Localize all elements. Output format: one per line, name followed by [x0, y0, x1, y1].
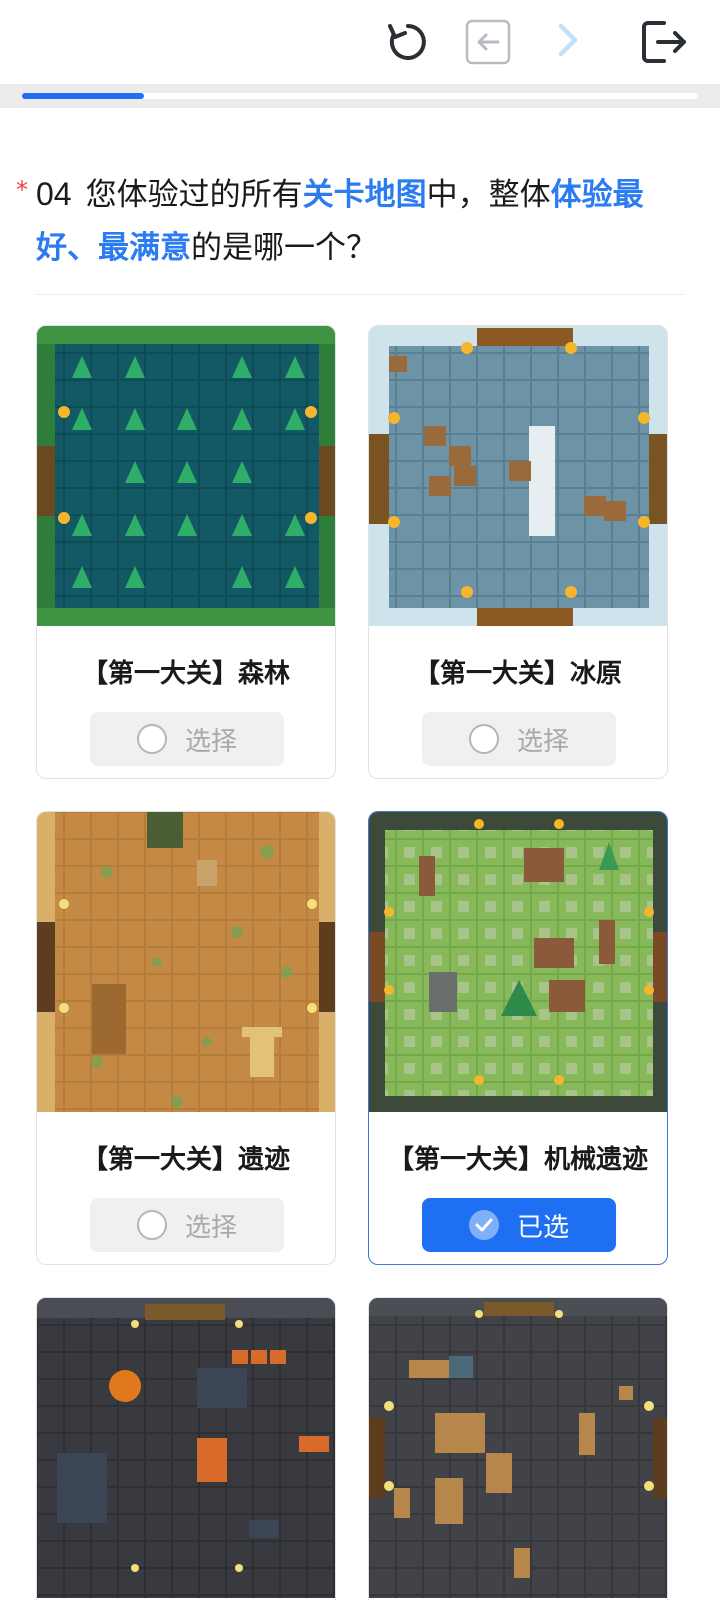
- select-button[interactable]: 选择: [90, 1198, 284, 1252]
- option-card-mech-ruins[interactable]: 【第一大关】机械遗迹 已选: [368, 811, 668, 1265]
- progress-fill: [22, 93, 144, 99]
- forward-icon: [558, 23, 578, 57]
- map-thumbnail-ice: [369, 326, 667, 626]
- option-card-ice[interactable]: 【第一大关】冰原 选择: [368, 325, 668, 779]
- question-text-3: 的是哪一个？: [191, 230, 377, 266]
- select-button-label: 选择: [184, 726, 237, 757]
- progress-track: [22, 93, 698, 99]
- select-button-label: 选择: [516, 726, 569, 757]
- option-card-dark-pumpkin[interactable]: [36, 1297, 336, 1600]
- question-text-1: 您体验过的所有: [85, 177, 303, 213]
- select-button[interactable]: 选择: [422, 712, 616, 766]
- radio-icon: [136, 724, 167, 754]
- map-thumbnail-dark-crates: [369, 1298, 667, 1598]
- required-mark: *: [16, 176, 28, 204]
- selected-button-label: 已选: [516, 1212, 569, 1243]
- question-highlight-1: 关卡地图: [302, 177, 427, 213]
- map-thumbnail-ruins: [37, 812, 335, 1112]
- map-thumbnail-dark-pumpkin: [37, 1298, 335, 1598]
- question-title: 04 您体验过的所有关卡地图中，整体体验最好、最满意的是哪一个？: [36, 168, 676, 275]
- map-thumbnail-forest: [37, 326, 335, 626]
- radio-icon: [468, 724, 499, 754]
- exit-icon: [642, 21, 686, 63]
- divider: [36, 294, 684, 295]
- refresh-button[interactable]: [380, 14, 436, 70]
- back-button[interactable]: [460, 14, 516, 70]
- check-icon: [468, 1210, 499, 1240]
- question-text-2: 中，整体: [426, 177, 551, 213]
- progress-bar: [0, 84, 720, 108]
- option-label: 【第一大关】遗迹: [81, 1144, 290, 1175]
- option-label: 【第一大关】森林: [81, 658, 290, 689]
- selected-button[interactable]: 已选: [422, 1198, 616, 1252]
- forward-button[interactable]: [540, 14, 596, 70]
- option-label: 【第一大关】冰原: [413, 658, 622, 689]
- back-icon: [465, 19, 511, 65]
- select-button[interactable]: 选择: [90, 712, 284, 766]
- question-number: 04: [36, 176, 72, 212]
- select-button-label: 选择: [184, 1212, 237, 1243]
- option-card-dark-crates[interactable]: [368, 1297, 668, 1600]
- option-label: 【第一大关】机械遗迹: [387, 1144, 648, 1175]
- exit-button[interactable]: [636, 14, 692, 70]
- refresh-icon: [388, 24, 426, 60]
- option-card-forest[interactable]: 【第一大关】森林 选择: [36, 325, 336, 779]
- option-card-ruins[interactable]: 【第一大关】遗迹 选择: [36, 811, 336, 1265]
- map-thumbnail-mech-ruins: [369, 812, 667, 1112]
- radio-icon: [136, 1210, 167, 1240]
- top-toolbar: [0, 0, 720, 84]
